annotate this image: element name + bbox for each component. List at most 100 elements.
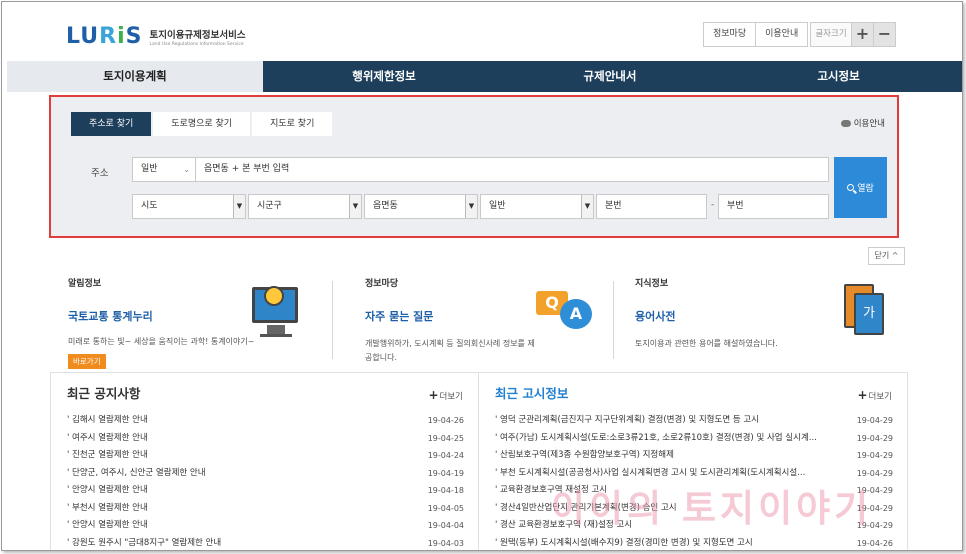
list-item-title: ' 산림보호구역(제3종 수원함양보호구역) 지정해제: [495, 450, 674, 460]
list-item[interactable]: ' 영덕 군관리계획(금진지구 지구단위계획) 결정(변경) 및 지형도면 등 …: [495, 412, 893, 430]
list-item-title: ' 진천군 열람제한 안내: [67, 450, 148, 460]
glossary-link[interactable]: 용어사전: [635, 308, 835, 324]
list-item-date: 19-04-26: [856, 538, 893, 548]
info-desc: 개발행위하가, 도시계획 등 질의회신사례 정보를 제공합니다.: [365, 339, 535, 362]
more-label: 더보기: [439, 392, 463, 402]
close-panel-button[interactable]: 닫기 ^: [868, 247, 905, 265]
recent-notices-title: 최근 공지사항: [67, 386, 141, 401]
info-desc: 미래로 통하는 빛~ 세상을 움직이는 과학! 통계이야기~: [68, 337, 255, 346]
logo-text: 토지이용규제정보서비스 Land Use Regulations Informa…: [149, 27, 245, 47]
gosi-more-link[interactable]: +더보기: [857, 388, 892, 402]
list-item[interactable]: ' 산림보호구역(제3종 수원함양보호구역) 지정해제 19-04-29: [495, 447, 893, 465]
address-label: 주소: [91, 168, 109, 179]
list-item-date: 19-04-29: [856, 433, 893, 443]
service-name-en: Land Use Regulations Information Service: [149, 41, 244, 47]
lightbulb-icon: [264, 286, 284, 306]
list-item-title: ' 강원도 원주시 "금대8지구" 열람제한 안내: [67, 537, 222, 548]
list-item[interactable]: ' 여주시 열람제한 안내 19-04-25: [67, 430, 464, 448]
bubun-input[interactable]: 부번: [718, 194, 829, 219]
list-item[interactable]: ' 안양시 열람제한 안내 19-04-04: [67, 517, 464, 535]
sido-value: 시도: [141, 201, 158, 211]
list-item-title: ' 김해시 열람제한 안내: [67, 415, 148, 425]
list-item-date: 19-04-05: [427, 503, 464, 513]
speech-bubble-icon: [840, 119, 851, 127]
eupmyeondong-select[interactable]: 읍면동 ▼: [364, 194, 478, 219]
watermark: 이이의 토지이야기: [551, 487, 873, 530]
list-item[interactable]: ' 강원도 원주시 "금대8지구" 열람제한 안내 19-04-03: [67, 535, 464, 551]
more-label: 더보기: [868, 392, 892, 402]
list-item[interactable]: ' 여주(가남) 도시계획시설(도로:소로3류21호, 소로2류10호) 결정(…: [495, 430, 893, 448]
search-button[interactable]: 열람: [834, 157, 887, 218]
nav-land-use-plan[interactable]: 토지이용계획: [7, 61, 263, 92]
chevron-down-icon: ⌄: [183, 165, 190, 174]
tab-address-search[interactable]: 주소로 찾기: [71, 112, 152, 136]
recent-gosi-title: 최근 고시정보: [495, 386, 569, 401]
land-type-select[interactable]: 일반 ⌄: [132, 157, 196, 182]
info-plaza-button[interactable]: 정보마당: [703, 22, 757, 47]
info-notice-col: 알림정보 국토교통 통계누리 미래로 통하는 빛~ 세상을 움직이는 과학! 통…: [68, 276, 258, 369]
font-minus-button[interactable]: −: [874, 22, 896, 47]
stats-nuri-link[interactable]: 국토교통 통계누리: [68, 308, 258, 324]
list-item[interactable]: ' 진천군 열람제한 안내 19-04-24: [67, 447, 464, 465]
info-desc: 토지이용과 관련한 용어를 해설하였습니다.: [635, 339, 778, 348]
lot-dash: -: [711, 200, 715, 210]
list-item-date: 19-04-19: [427, 468, 464, 478]
divider: [613, 281, 614, 359]
logo-mark: LURiS: [66, 24, 143, 49]
font-plus-button[interactable]: +: [852, 22, 874, 47]
list-item-title: ' 여주(가남) 도시계획시설(도로:소로3류21호, 소로2류10호) 결정(…: [495, 432, 817, 443]
nav-activity-restriction[interactable]: 행위제한정보: [263, 61, 505, 92]
list-item-date: 19-04-29: [856, 416, 893, 425]
tab-road-name-search[interactable]: 도로명으로 찾기: [153, 112, 251, 136]
divider: [332, 281, 333, 359]
list-item-date: 19-04-03: [427, 538, 464, 548]
sido-select[interactable]: 시도 ▼: [132, 194, 246, 219]
list-item[interactable]: ' 안양시 열람제한 안내 19-04-18: [67, 482, 464, 500]
faq-link[interactable]: 자주 묻는 질문: [365, 308, 535, 324]
list-item-title: ' 원택(동부) 도시계획시설(배수지9) 결정(경미한 변경) 및 지형도면 …: [495, 537, 753, 548]
land-category-value: 일반: [489, 201, 506, 211]
info-faq-col: 정보마당 자주 묻는 질문 개발행위하가, 도시계획 등 질의회신사례 정보를 …: [365, 276, 535, 365]
dictionary-book-icon: 가: [854, 293, 884, 335]
info-category: 정보마당: [365, 279, 399, 289]
list-item-date: 19-04-24: [427, 451, 464, 460]
sigungu-select[interactable]: 시군구 ▼: [248, 194, 362, 219]
list-item-date: 19-04-18: [427, 486, 464, 495]
main-nav: 토지이용계획 행위제한정보 규제안내서 고시정보: [7, 61, 962, 92]
util-menu: 정보마당 이용안내: [703, 22, 809, 47]
plus-icon: +: [857, 388, 868, 402]
usage-help-link[interactable]: 이용안내: [840, 117, 885, 129]
nav-notice-info[interactable]: 고시정보: [715, 61, 962, 92]
list-item-date: 19-04-29: [856, 451, 893, 460]
eupmyeondong-value: 읍면동: [373, 201, 398, 211]
land-category-select[interactable]: 일반 ▼: [480, 194, 594, 219]
chevron-down-icon: ▼: [233, 195, 245, 218]
notices-more-link[interactable]: +더보기: [428, 388, 463, 402]
address-input[interactable]: 읍면동 + 본 부번 입력: [195, 157, 829, 182]
usage-guide-button[interactable]: 이용안내: [756, 22, 809, 47]
search-tabs: 주소로 찾기 도로명으로 찾기 지도로 찾기: [71, 112, 334, 136]
search-icon: [847, 184, 855, 191]
list-item-title: ' 부천시 열람제한 안내: [67, 502, 148, 513]
list-item-title: ' 안양시 열람제한 안내: [67, 520, 148, 530]
go-button[interactable]: 바로가기: [68, 354, 106, 369]
luris-logo[interactable]: LURiS 토지이용규제정보서비스 Land Use Regulations I…: [66, 24, 246, 49]
font-size-control: 글자크기 + −: [810, 22, 896, 47]
sigungu-value: 시군구: [257, 201, 282, 211]
chevron-down-icon: ▼: [465, 195, 477, 218]
info-category: 지식정보: [635, 279, 669, 289]
list-item[interactable]: ' 원택(동부) 도시계획시설(배수지9) 결정(경미한 변경) 및 지형도면 …: [495, 535, 893, 551]
monitor-base-icon: [260, 334, 292, 337]
recent-notices-panel: 최근 공지사항 +더보기 ' 김해시 열람제한 안내 19-04-26 ' 여주시 …: [50, 372, 479, 551]
usage-help-label: 이용안내: [853, 119, 885, 129]
font-size-label: 글자크기: [810, 22, 852, 47]
nav-regulation-guide[interactable]: 규제안내서: [505, 61, 715, 92]
tab-map-search[interactable]: 지도로 찾기: [252, 112, 333, 136]
list-item-title: ' 영덕 군관리계획(금진지구 지구단위계획) 결정(변경) 및 지형도면 등 …: [495, 415, 759, 425]
bonbun-input[interactable]: 본번: [596, 194, 707, 219]
list-item[interactable]: ' 김해시 열람제한 안내 19-04-26: [67, 412, 464, 430]
list-item[interactable]: ' 부천시 열람제한 안내 19-04-05: [67, 500, 464, 518]
chevron-down-icon: ▼: [349, 195, 361, 218]
service-name: 토지이용규제정보서비스: [149, 29, 246, 41]
list-item[interactable]: ' 단양군, 여주시, 신안군 열람제한 안내 19-04-19: [67, 465, 464, 483]
